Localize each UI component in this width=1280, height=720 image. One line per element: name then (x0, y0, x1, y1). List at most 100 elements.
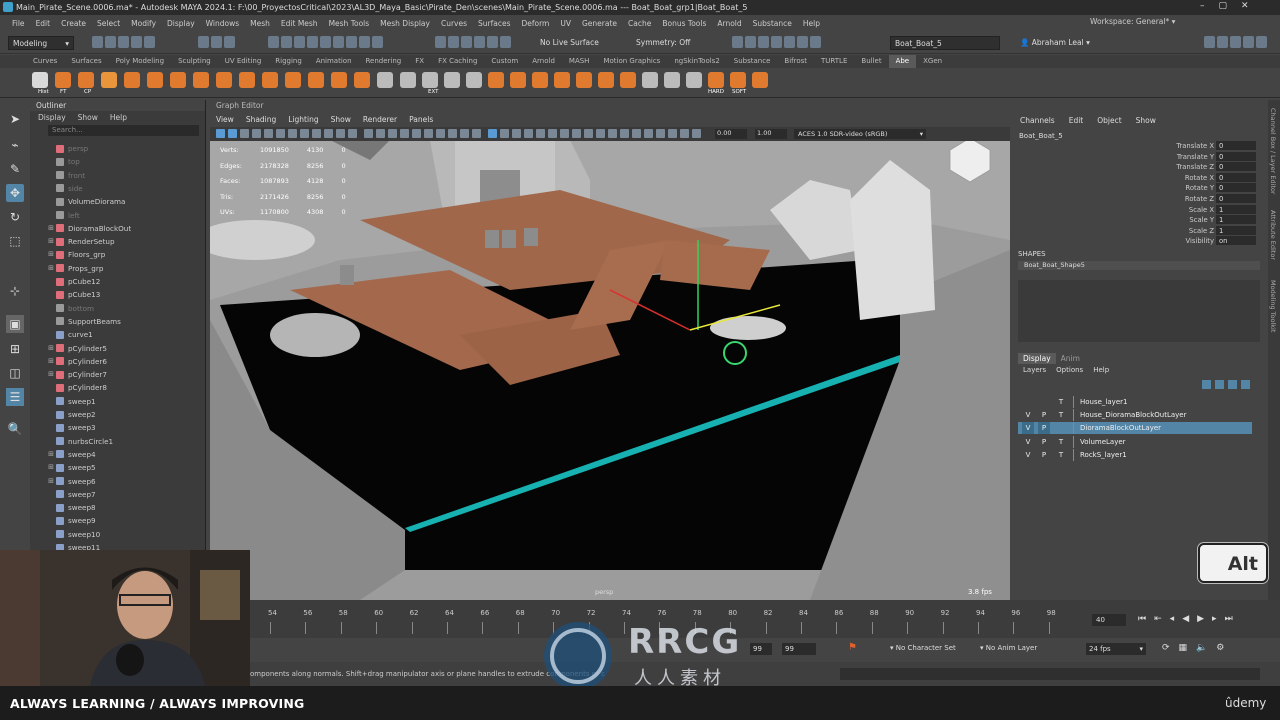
shelf-tool-icon[interactable] (554, 72, 570, 88)
menu-item-arnold[interactable]: Arnold (717, 19, 741, 28)
live-surface-field[interactable]: No Live Surface (536, 36, 616, 50)
two-view-icon[interactable]: ◫ (6, 364, 24, 382)
object-name-field[interactable]: Boat_Boat_5 (890, 36, 1000, 50)
menu-item-cache[interactable]: Cache (628, 19, 651, 28)
outliner-item[interactable]: ⊞ Floors_grp (46, 248, 206, 261)
snap-edge-icon[interactable] (346, 36, 357, 48)
range-start-field[interactable]: 99 (750, 643, 772, 655)
minimize-icon[interactable]: – (1200, 1, 1219, 11)
menu-item-mesh-tools[interactable]: Mesh Tools (329, 19, 370, 28)
channel-attr-row[interactable]: Translate X0 (1132, 141, 1256, 151)
go-start-icon[interactable]: ⏮ (1138, 614, 1154, 624)
shelf-tab-fx[interactable]: FX (408, 55, 431, 68)
layer-tab-display[interactable]: Display (1018, 353, 1056, 364)
shelf-tool-icon[interactable] (308, 72, 324, 88)
viewport-toolbar-icon[interactable] (300, 129, 309, 138)
viewport-toolbar-icon[interactable] (388, 129, 397, 138)
viewport-toolbar-icon[interactable] (436, 129, 445, 138)
layer-toggle-v[interactable]: V (1022, 422, 1034, 435)
shelf-tool-icon[interactable] (620, 72, 636, 88)
channel-attr-value[interactable]: 1 (1216, 225, 1256, 235)
shelf-tab-rendering[interactable]: Rendering (359, 55, 409, 68)
hypershade-icon[interactable] (771, 36, 782, 48)
outliner-menu-show[interactable]: Show (78, 111, 98, 125)
viewport-toolbar-icon[interactable] (620, 129, 629, 138)
expand-toggle-icon[interactable]: ⊞ (46, 461, 56, 474)
select-tool-icon[interactable]: ➤ (6, 110, 24, 128)
new-layer-selected-icon[interactable] (1241, 380, 1250, 389)
channel-attr-row[interactable]: Scale Z1 (1132, 225, 1256, 236)
expand-toggle-icon[interactable]: ⊞ (46, 368, 56, 381)
ipr-icon[interactable] (487, 36, 498, 48)
layer-row[interactable]: V P T House_DioramaBlockOutLayer (1018, 409, 1252, 422)
outliner-item[interactable]: side (46, 182, 206, 195)
outliner-item[interactable]: left (46, 209, 206, 222)
outliner-item[interactable]: nurbsCircle1 (46, 435, 206, 448)
menu-item-create[interactable]: Create (61, 19, 86, 28)
shelf-tool-icon[interactable] (708, 72, 724, 88)
viewport-toolbar-icon[interactable] (680, 129, 689, 138)
step-back-icon[interactable]: ◂ (1170, 614, 1183, 624)
shelf-tab-xgen[interactable]: XGen (916, 55, 949, 68)
viewport-menu-view[interactable]: View (216, 115, 234, 124)
channel-attr-value[interactable]: 0 (1216, 141, 1256, 150)
symmetry-dropdown[interactable]: Symmetry: Off (632, 36, 704, 50)
viewport-toolbar-icon[interactable] (644, 129, 653, 138)
shelf-tool-icon[interactable] (262, 72, 278, 88)
channel-attr-value[interactable]: 0 (1216, 172, 1256, 182)
outliner-item[interactable]: pCube13 (46, 288, 206, 301)
shape-node-item[interactable]: Boat_Boat_Shape5 (1018, 261, 1260, 270)
shelf-tool-icon[interactable] (730, 72, 746, 88)
channel-menu-channels[interactable]: Channels (1020, 116, 1055, 125)
outliner-item[interactable]: sweep9 (46, 514, 206, 527)
outliner-menu-help[interactable]: Help (110, 111, 127, 125)
shelf-tool-icon[interactable] (216, 72, 232, 88)
viewport-toolbar-icon[interactable] (584, 129, 593, 138)
workspace-selector[interactable]: Workspace: General* ▾ (1090, 17, 1175, 26)
anim-layer-dropdown[interactable]: ▾ No Anim Layer (980, 644, 1037, 652)
shelf-tool-icon[interactable] (285, 72, 301, 88)
outliner-item[interactable]: sweep1 (46, 395, 206, 408)
viewport-menu-panels[interactable]: Panels (409, 115, 433, 124)
viewport-toolbar-icon[interactable] (572, 129, 581, 138)
viewport-panel[interactable]: Graph Editor View Shading Lighting Show Rend… (210, 100, 1010, 600)
outliner-item[interactable]: sweep10 (46, 528, 206, 541)
redo-icon[interactable] (144, 36, 155, 48)
play-forward-icon[interactable]: ▶ (1197, 614, 1212, 624)
render-settings-icon[interactable] (758, 36, 769, 48)
attribute-editor-icon[interactable] (1217, 36, 1228, 48)
outliner-item[interactable]: sweep11 (46, 541, 206, 550)
loop-icon[interactable]: ⟳ (1162, 643, 1179, 653)
shelf-tab-arnold[interactable]: Arnold (525, 55, 562, 68)
shelf-tab-surfaces[interactable]: Surfaces (64, 55, 108, 68)
menu-item-select[interactable]: Select (97, 19, 120, 28)
viewport-toolbar-icon[interactable] (472, 129, 481, 138)
channel-attr-value[interactable]: on (1216, 236, 1256, 246)
move-layer-up-icon[interactable] (1202, 380, 1211, 389)
viewport-toolbar-icon[interactable] (412, 129, 421, 138)
shelf-tool-icon[interactable] (664, 72, 680, 88)
outliner-item[interactable]: sweep7 (46, 488, 206, 501)
viewport-toolbar-icon[interactable] (548, 129, 557, 138)
menu-item-surfaces[interactable]: Surfaces (478, 19, 510, 28)
layer-toggle-v[interactable]: V (1022, 436, 1034, 448)
shelf-tool-icon[interactable] (752, 72, 768, 88)
outliner-item[interactable]: ⊞ sweep4 (46, 448, 206, 461)
layer-menu-layers[interactable]: Layers (1023, 366, 1046, 374)
go-end-icon[interactable]: ⏭ (1225, 614, 1241, 624)
channel-attr-value[interactable]: 0 (1216, 162, 1256, 172)
viewport-toolbar-icon[interactable] (364, 129, 373, 138)
viewport-toolbar-icon[interactable] (228, 129, 237, 138)
render-icon[interactable] (474, 36, 485, 48)
shelf-tab-abe[interactable]: Abe (888, 55, 917, 68)
modeling-toolkit-icon[interactable] (1204, 36, 1215, 48)
viewport-toolbar-icon[interactable] (400, 129, 409, 138)
outliner-layout-icon[interactable]: ☰ (6, 388, 24, 406)
viewport-toolbar-icon[interactable] (276, 129, 285, 138)
channel-attr-row[interactable]: Translate Z0 (1132, 162, 1256, 172)
time-slider[interactable]: 54 56 58 60 62 64 66 68 70 72 74 76 78 80 82 84 86 88 90 92… (250, 600, 1280, 638)
shelf-tool-icon[interactable] (642, 72, 658, 88)
channel-attr-value[interactable]: 1 (1216, 204, 1256, 214)
outliner-item[interactable]: ⊞ pCylinder7 (46, 368, 206, 381)
shelf-tool-icon[interactable] (466, 72, 482, 88)
